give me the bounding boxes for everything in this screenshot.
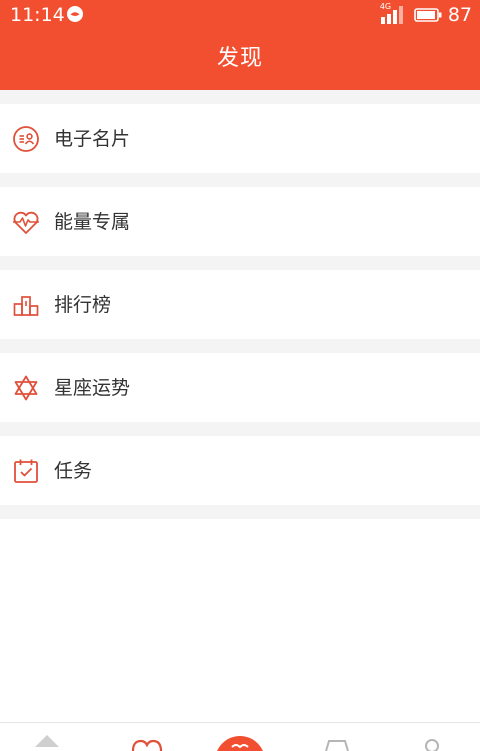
home-icon[interactable]: [32, 723, 62, 751]
heartbeat-icon: [13, 211, 39, 234]
menu-item-label: 排行榜: [54, 294, 112, 316]
battery-icon: [414, 8, 442, 22]
menu-item-label: 电子名片: [54, 128, 131, 150]
podium-icon: [13, 296, 39, 316]
battery-level: 87: [447, 4, 472, 26]
app-header: 11:14 4G 87 发现: [0, 0, 480, 90]
section-divider: [0, 339, 480, 353]
menu-item-label: 任务: [54, 460, 93, 482]
page-title: 发现: [216, 46, 263, 71]
menu-item-business-card[interactable]: 电子名片: [0, 104, 480, 173]
discover-menu: 电子名片 能量专属 排行榜 星座运势 任务: [0, 90, 480, 519]
section-divider: [0, 173, 480, 187]
section-divider: [0, 256, 480, 270]
center-action-icon[interactable]: [214, 723, 266, 751]
status-time: 11:14: [10, 4, 65, 26]
menu-item-tasks[interactable]: 任务: [0, 436, 480, 505]
heart-icon[interactable]: [130, 723, 164, 751]
notification-app-icon: [67, 6, 83, 22]
star-of-david-icon: [14, 375, 38, 401]
menu-item-label: 星座运势: [54, 377, 131, 399]
status-bar: 11:14 4G 87: [0, 0, 480, 30]
signal-indicator: 4G: [380, 3, 406, 25]
menu-item-energy[interactable]: 能量专属: [0, 187, 480, 256]
menu-item-leaderboard[interactable]: 排行榜: [0, 270, 480, 339]
section-divider: [0, 505, 480, 519]
section-divider: [0, 422, 480, 436]
bottom-navigation: [0, 722, 480, 751]
section-divider: [0, 90, 480, 104]
business-card-icon: [13, 126, 39, 152]
shopping-bag-icon[interactable]: [322, 723, 352, 751]
menu-item-label: 能量专属: [54, 211, 131, 233]
calendar-check-icon: [14, 459, 38, 483]
status-indicators: 4G 87: [380, 3, 472, 27]
signal-bars-icon: [380, 6, 403, 24]
profile-icon[interactable]: [418, 723, 446, 751]
menu-item-horoscope[interactable]: 星座运势: [0, 353, 480, 422]
